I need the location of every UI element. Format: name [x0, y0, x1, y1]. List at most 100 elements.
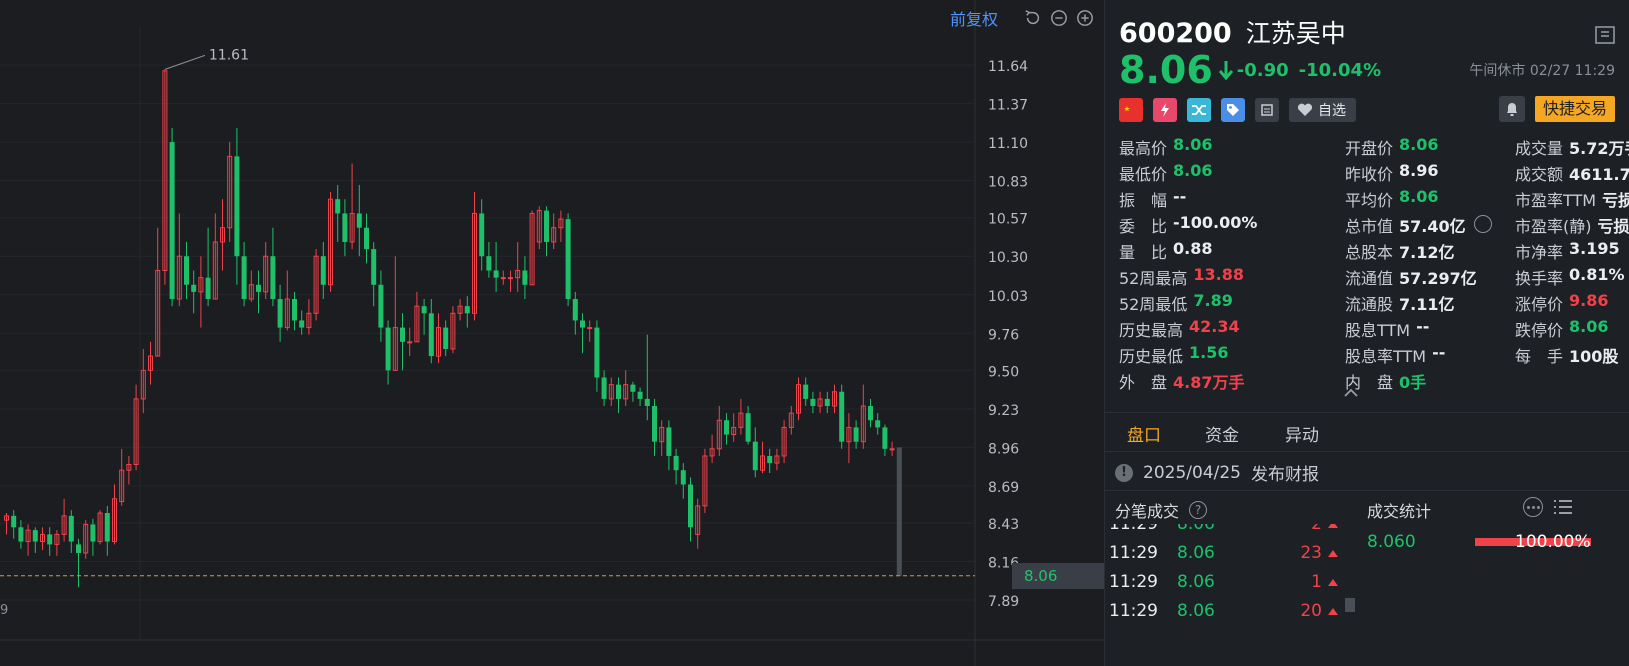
quote-label: 量 比 — [1119, 243, 1168, 262]
candle-body — [601, 377, 607, 399]
tab-1[interactable]: 资金 — [1205, 421, 1239, 446]
help-icon[interactable]: ? — [1189, 501, 1208, 519]
tick-row: 11:29 8.06 2 — [1105, 524, 1350, 542]
quote-value: -- — [1416, 317, 1430, 336]
candle-body — [493, 270, 499, 278]
tick-time: 11:29 — [1109, 572, 1158, 592]
tick-volume: 2 — [1311, 524, 1322, 534]
quote-cell: 总股本 7.12亿 — [1345, 239, 1455, 263]
watch-label: 自选 — [1318, 103, 1346, 119]
earnings-report-notice[interactable]: ! 2025/04/25 发布财报 — [1115, 460, 1319, 485]
tag-icon[interactable] — [1221, 98, 1245, 122]
quote-value: 7.89 — [1193, 291, 1233, 310]
quick-trade-button[interactable]: 快捷交易 — [1534, 96, 1615, 122]
candle-body — [580, 320, 585, 328]
zoom-out-icon[interactable] — [1050, 9, 1068, 27]
margin-trading-icon[interactable] — [1153, 98, 1177, 122]
quote-label: 平均价 — [1345, 191, 1394, 210]
quote-value: 3.195 — [1569, 239, 1620, 258]
tab-2[interactable]: 异动 — [1285, 421, 1319, 446]
note-icon[interactable] — [1255, 98, 1279, 122]
quote-label: 流通值 — [1345, 269, 1394, 288]
more-icon[interactable] — [1523, 497, 1543, 517]
tick-volume: 23 — [1300, 543, 1322, 563]
alert-button[interactable] — [1498, 96, 1525, 122]
quote-label: 52周最低 — [1119, 295, 1188, 314]
chart-toolbar: 前复权 — [950, 6, 1094, 30]
kline-chart[interactable]: 11.64 11.37 11.10 10.83 10.57 10.30 10.03 9.76 9… — [0, 0, 1104, 666]
y-tick-label: 8.69 — [988, 480, 1019, 496]
quote-value: 1.56 — [1189, 343, 1229, 362]
tick-price: 8.06 — [1177, 572, 1215, 592]
quote-cell: 最低价 8.06 — [1119, 161, 1213, 185]
candle-body — [234, 156, 240, 257]
candle-body — [479, 213, 485, 257]
quote-label: 历史最低 — [1119, 347, 1184, 366]
add-watchlist-button[interactable]: 自选 — [1289, 98, 1356, 122]
quote-cell: 振 幅 -- — [1119, 187, 1186, 211]
quote-cell: 开盘价 8.06 — [1345, 135, 1439, 159]
quote-label: 总市值 — [1345, 217, 1394, 236]
quote-cell: 成交额 4611.77万 — [1515, 161, 1629, 185]
y-tick-label: 9.23 — [988, 403, 1019, 419]
candle-body — [47, 534, 53, 545]
candle-body — [839, 391, 845, 442]
tick-scrollbar[interactable] — [1345, 598, 1355, 612]
quote-label: 总股本 — [1345, 243, 1394, 262]
quote-label: 委 比 — [1119, 217, 1168, 236]
stock-code: 600200 — [1119, 18, 1232, 49]
candle-body — [824, 398, 830, 407]
quote-value: 0.81% — [1569, 265, 1625, 284]
tab-0[interactable]: 盘口 — [1127, 421, 1161, 446]
quote-value: 8.06 — [1399, 187, 1439, 206]
panel-menu-icon[interactable] — [1595, 26, 1615, 44]
collapse-caret-icon[interactable] — [1343, 388, 1359, 398]
up-triangle-icon — [1328, 579, 1338, 586]
action-buttons: 快捷交易 — [1498, 96, 1615, 122]
candle-body — [594, 327, 600, 378]
candle-body — [616, 384, 621, 399]
candle-body — [637, 391, 643, 399]
up-triangle-icon — [1328, 524, 1338, 528]
candle-body — [11, 515, 17, 528]
candle-body — [191, 284, 197, 292]
quote-cell: 历史最高 42.34 — [1119, 317, 1240, 341]
quote-cell: 流通股 7.11亿 — [1345, 291, 1455, 315]
candle-body — [378, 284, 384, 328]
candle-body — [767, 455, 773, 464]
quote-value: 8.96 — [1399, 161, 1439, 180]
tick-list[interactable]: 11:29 8.06 2 11:29 8.06 23 11:29 8.06 1 11:29 8.06… — [1105, 524, 1350, 666]
quote-row: 最高价 8.06 开盘价 8.06 成交量 5.72万手 — [1119, 135, 1629, 161]
candle-body — [169, 142, 175, 300]
kline-chart-panel[interactable]: 11.64 11.37 11.10 10.83 10.57 10.30 10.03 9.76 9… — [0, 0, 1104, 666]
zoom-in-icon[interactable] — [1076, 9, 1094, 27]
quote-value: 57.40亿 — [1399, 217, 1466, 236]
y-tick-label: 10.83 — [988, 175, 1028, 191]
shuffle-icon[interactable] — [1187, 98, 1211, 122]
china-flag-icon[interactable] — [1119, 98, 1143, 122]
quote-row: 振 幅 -- 平均价 8.06 市盈率TTM 亏损 — [1119, 187, 1629, 213]
adjust-mode-toggle[interactable]: 前复权 — [950, 6, 998, 30]
y-tick-label: 8.43 — [988, 517, 1019, 533]
candle-body — [241, 256, 247, 300]
info-icon: ! — [1115, 463, 1133, 482]
quote-value: 8.06 — [1173, 161, 1213, 180]
candle-body — [428, 313, 434, 357]
tick-row: 11:29 8.06 1 — [1105, 572, 1350, 600]
y-tick-label: 10.30 — [988, 250, 1028, 266]
quote-cell: 跌停价 8.06 — [1515, 317, 1609, 341]
candle-body — [335, 199, 341, 214]
more-dots-icon[interactable] — [1473, 215, 1492, 233]
price-change: -0.90 — [1236, 59, 1289, 81]
quote-cell: 昨收价 8.96 — [1345, 161, 1439, 185]
candle-body — [486, 256, 492, 271]
quote-cell: 总市值 57.40亿 — [1345, 213, 1492, 237]
quote-value: 9.86 — [1569, 291, 1609, 310]
reset-icon[interactable] — [1024, 9, 1042, 27]
candle-body — [752, 441, 758, 471]
list-icon[interactable] — [1553, 498, 1573, 516]
candle-body — [508, 277, 513, 280]
tag-icons: 自选 — [1119, 98, 1356, 122]
tick-time: 11:29 — [1109, 524, 1158, 534]
bell-icon — [1506, 103, 1517, 116]
